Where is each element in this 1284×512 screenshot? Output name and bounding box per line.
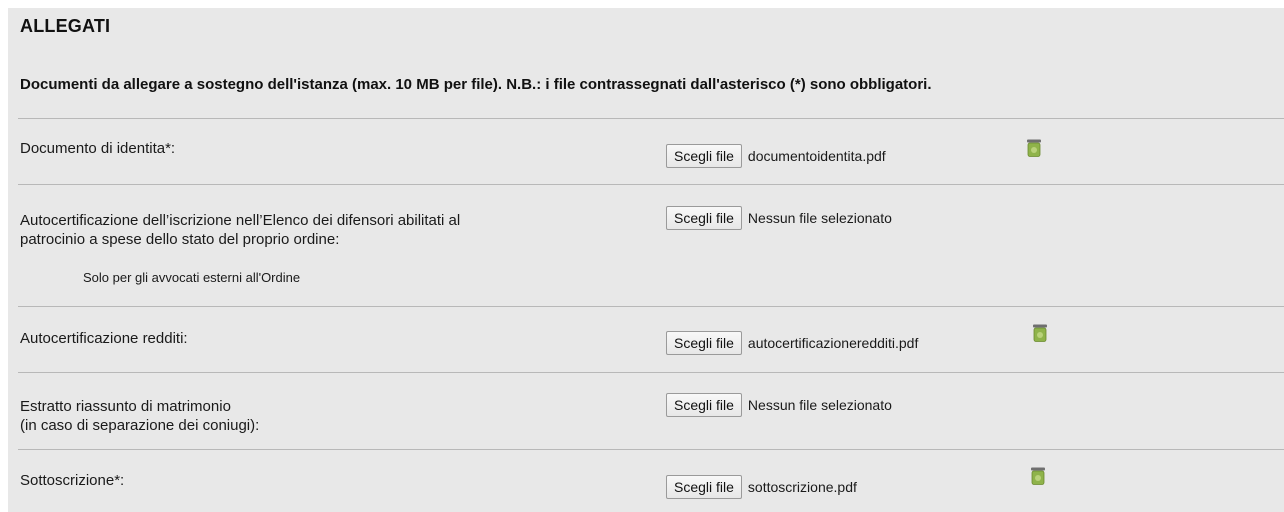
file-input-estratto-matrimonio[interactable]: Scegli file Nessun file selezionato: [666, 393, 892, 417]
choose-file-button[interactable]: Scegli file: [666, 206, 742, 230]
choose-file-button[interactable]: Scegli file: [666, 144, 742, 168]
choose-file-button[interactable]: Scegli file: [666, 475, 742, 499]
trash-bin-icon[interactable]: [1030, 467, 1046, 485]
selected-file-name: Nessun file selezionato: [747, 210, 892, 226]
section-subtitle: Documenti da allegare a sostegno dell'is…: [20, 76, 932, 93]
allegati-panel: ALLEGATI Documenti da allegare a sostegn…: [8, 8, 1284, 512]
label-sottoscrizione: Sottoscrizione*:: [20, 472, 125, 489]
label-autocertificazione-redditi: Autocertificazione redditi:: [20, 330, 188, 347]
label-autocertificazione-iscrizione-line2: patrocinio a spese dello stato del propr…: [20, 231, 340, 248]
selected-file-name: Nessun file selezionato: [747, 397, 892, 413]
choose-file-button[interactable]: Scegli file: [666, 331, 742, 355]
selected-file-name: autocertificazioneredditi.pdf: [747, 335, 919, 351]
label-estratto-matrimonio: Estratto riassunto di matrimonio: [20, 398, 231, 415]
file-input-sottoscrizione[interactable]: Scegli file sottoscrizione.pdf: [666, 475, 857, 499]
label-documento-identita: Documento di identita*:: [20, 140, 176, 157]
section-title: ALLEGATI: [20, 16, 111, 36]
trash-bin-icon[interactable]: [1032, 324, 1048, 342]
divider: [18, 184, 1284, 185]
divider: [18, 449, 1284, 450]
file-input-autocertificazione-iscrizione[interactable]: Scegli file Nessun file selezionato: [666, 206, 892, 230]
note-avvocati-esterni: Solo per gli avvocati esterni all'Ordine: [83, 270, 301, 285]
choose-file-button[interactable]: Scegli file: [666, 393, 742, 417]
divider: [18, 372, 1284, 373]
divider: [18, 306, 1284, 307]
label-autocertificazione-iscrizione: Autocertificazione dell’iscrizione nell’…: [20, 212, 461, 229]
file-input-autocertificazione-redditi[interactable]: Scegli file autocertificazioneredditi.pd…: [666, 331, 918, 355]
label-estratto-matrimonio-line2: (in caso di separazione dei coniugi):: [20, 417, 260, 434]
selected-file-name: documentoidentita.pdf: [747, 148, 886, 164]
selected-file-name: sottoscrizione.pdf: [747, 479, 857, 495]
divider: [18, 118, 1284, 119]
trash-bin-icon[interactable]: [1026, 139, 1042, 157]
file-input-documento-identita[interactable]: Scegli file documentoidentita.pdf: [666, 144, 886, 168]
